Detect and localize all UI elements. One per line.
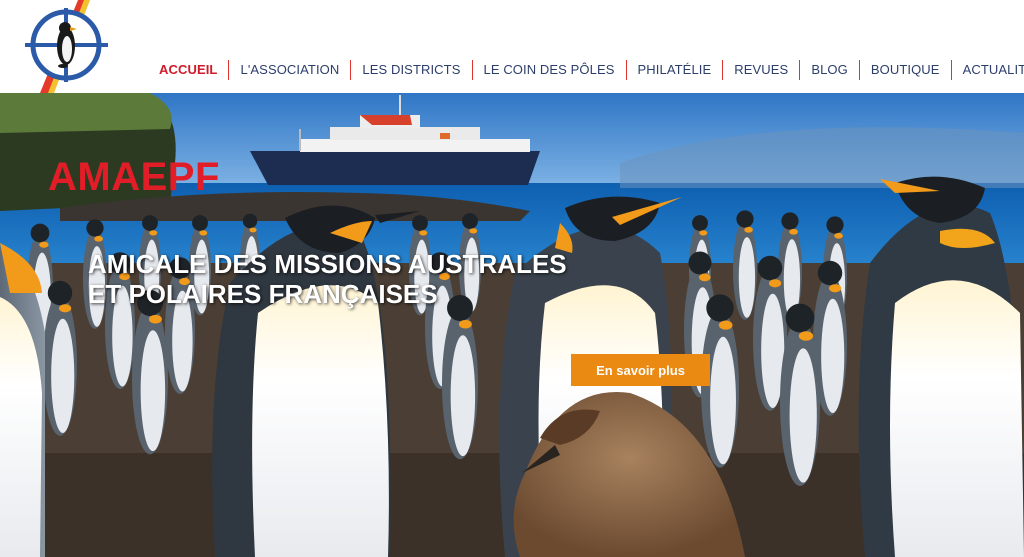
nav-item-boutique[interactable]: BOUTIQUE bbox=[860, 58, 951, 82]
nav-item-coin-des-poles[interactable]: LE COIN DES PÔLES bbox=[473, 58, 626, 82]
nav-item-revues[interactable]: REVUES bbox=[723, 58, 799, 82]
hero-subtitle: AMICALE DES MISSIONS AUSTRALES ET POLAIR… bbox=[88, 249, 608, 309]
hero-subtitle-line1: AMICALE DES MISSIONS AUSTRALES bbox=[88, 249, 567, 279]
nav-item-districts[interactable]: LES DISTRICTS bbox=[351, 58, 471, 82]
penguin-logo-icon[interactable] bbox=[20, 0, 120, 93]
hero-brand-title: AMAEPF bbox=[48, 155, 220, 199]
main-nav: ACCUEIL L'ASSOCIATION LES DISTRICTS LE C… bbox=[148, 58, 1024, 82]
hero-subtitle-line2: ET POLAIRES FRANÇAISES bbox=[88, 279, 438, 309]
nav-item-actualites[interactable]: ACTUALITÉS bbox=[952, 58, 1024, 82]
nav-item-philatelie[interactable]: PHILATÉLIE bbox=[627, 58, 723, 82]
site-header: ACCUEIL L'ASSOCIATION LES DISTRICTS LE C… bbox=[0, 0, 1024, 93]
nav-item-association[interactable]: L'ASSOCIATION bbox=[229, 58, 350, 82]
penguin-left-shape bbox=[0, 243, 45, 557]
learn-more-button[interactable]: En savoir plus bbox=[571, 354, 710, 386]
nav-item-blog[interactable]: BLOG bbox=[800, 58, 859, 82]
hero-banner: AMAEPF AMICALE DES MISSIONS AUSTRALES ET… bbox=[0, 93, 1024, 557]
nav-item-accueil[interactable]: ACCUEIL bbox=[148, 58, 228, 82]
